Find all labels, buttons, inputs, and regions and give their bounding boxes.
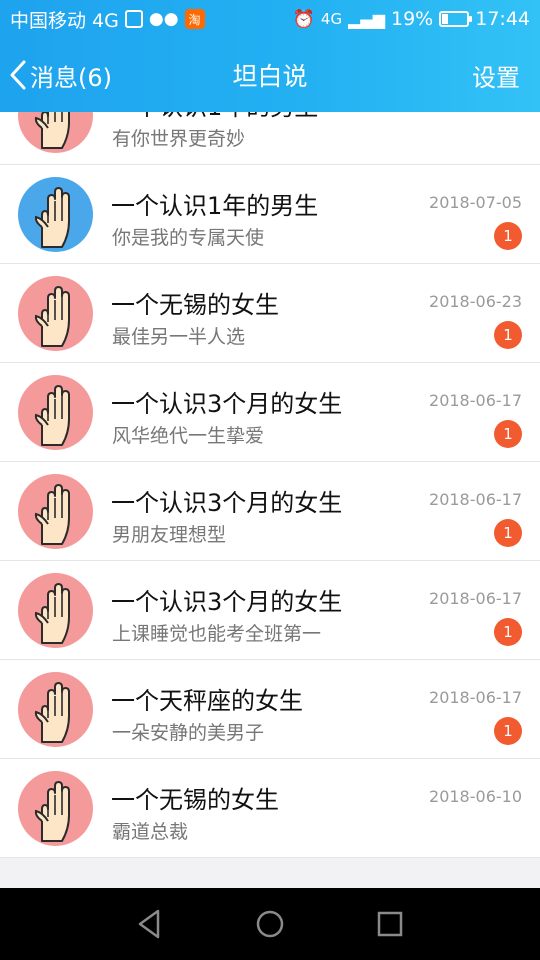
message-date: 2018-06-17 <box>429 391 522 410</box>
sender-name: 一个认识3个月的女生 <box>111 588 343 616</box>
avatar <box>18 177 93 252</box>
signal-icon: ▂▄▆ <box>348 9 385 29</box>
status-right: ⏰ 4G ▂▄▆ 19% 17:44 <box>292 8 530 30</box>
message-date: 2018-06-17 <box>429 589 522 608</box>
unread-badge: 1 <box>494 420 522 448</box>
status-bar: 中国移动 4G ●● 淘 ⏰ 4G ▂▄▆ 19% 17:44 <box>0 0 540 38</box>
avatar <box>18 672 93 747</box>
message-preview: 上课睡觉也能考全班第一 <box>112 623 322 645</box>
message-row[interactable]: 一个认识1年的男生有你世界更奇妙 <box>0 112 540 165</box>
sender-name: 一个认识3个月的女生 <box>111 390 343 418</box>
sender-name: 一个无锡的女生 <box>111 786 279 814</box>
avatar <box>18 375 93 450</box>
status-left: 中国移动 4G ●● 淘 <box>10 6 205 33</box>
unread-badge: 1 <box>494 519 522 547</box>
unread-badge: 1 <box>494 321 522 349</box>
message-date: 2018-06-17 <box>429 490 522 509</box>
title-bar: 消息(6) 坦白说 设置 <box>0 38 540 112</box>
hand-icon <box>18 771 93 846</box>
avatar <box>18 573 93 648</box>
battery-percent: 19% <box>391 8 434 30</box>
message-preview: 有你世界更奇妙 <box>112 128 246 150</box>
home-circle-icon[interactable] <box>252 906 288 942</box>
back-button[interactable]: 消息(6) <box>8 38 112 112</box>
sender-name: 一个认识1年的男生 <box>111 192 319 220</box>
back-label: 消息(6) <box>30 63 112 92</box>
avatar <box>18 276 93 351</box>
message-preview: 你是我的专属天使 <box>112 227 265 249</box>
message-list[interactable]: 一个认识1年的男生有你世界更奇妙一个认识1年的男生你是我的专属天使2018-07… <box>0 112 540 858</box>
time-text: 17:44 <box>475 8 530 30</box>
back-chevron-icon <box>10 60 26 90</box>
avatar <box>18 771 93 846</box>
sender-name: 一个认识1年的男生 <box>111 112 318 122</box>
message-row[interactable]: 一个无锡的女生霸道总裁 2018-06-10 <box>0 759 540 858</box>
page-title: 坦白说 <box>232 62 308 91</box>
hand-icon <box>18 672 93 747</box>
recents-square-icon[interactable] <box>372 906 408 942</box>
sender-name: 一个无锡的女生 <box>111 291 279 319</box>
message-date: 2018-07-05 <box>429 193 522 212</box>
list-bottom-spacer <box>0 858 540 888</box>
wechat-icon: ●● <box>148 9 179 29</box>
message-row[interactable]: 一个天秤座的女生一朵安静的美男子 2018-06-17 1 <box>0 660 540 759</box>
message-preview: 一朵安静的美男子 <box>112 722 265 744</box>
message-date: 2018-06-17 <box>429 688 522 707</box>
carrier-text: 中国移动 4G <box>10 9 119 32</box>
message-row[interactable]: 一个认识3个月的女生男朋友理想型 2018-06-17 1 <box>0 462 540 561</box>
message-preview: 最佳另一半人选 <box>112 326 246 348</box>
message-row[interactable]: 一个认识3个月的女生风华绝代一生挚爱 2018-06-17 1 <box>0 363 540 462</box>
hand-icon <box>18 177 93 252</box>
message-row[interactable]: 一个认识1年的男生你是我的专属天使 2018-07-05 1 <box>0 165 540 264</box>
message-row[interactable]: 一个认识3个月的女生上课睡觉也能考全班第一 2018-06-17 1 <box>0 561 540 660</box>
hand-icon <box>18 112 93 153</box>
hand-icon <box>18 375 93 450</box>
avatar <box>18 112 93 153</box>
message-date: 2018-06-23 <box>429 292 522 311</box>
taobao-icon: 淘 <box>184 9 205 29</box>
message-preview: 霸道总裁 <box>112 821 189 843</box>
top-bar: 中国移动 4G ●● 淘 ⏰ 4G ▂▄▆ 19% 17:44 消息(6) 坦白… <box>0 0 540 112</box>
sender-name: 一个天秤座的女生 <box>111 687 303 715</box>
hand-icon <box>18 276 93 351</box>
sender-name: 一个认识3个月的女生 <box>111 489 343 517</box>
back-triangle-icon[interactable] <box>132 906 168 942</box>
unread-badge: 1 <box>494 222 522 250</box>
unread-badge: 1 <box>494 717 522 745</box>
navigation-bar <box>0 888 540 960</box>
message-preview: 风华绝代一生挚爱 <box>112 425 265 447</box>
message-list-inner: 一个认识1年的男生有你世界更奇妙一个认识1年的男生你是我的专属天使2018-07… <box>0 112 540 858</box>
message-preview: 男朋友理想型 <box>112 524 227 546</box>
settings-button[interactable]: 设置 <box>472 38 520 112</box>
alarm-icon: ⏰ <box>292 8 315 30</box>
message-row[interactable]: 一个无锡的女生最佳另一半人选 2018-06-23 1 <box>0 264 540 363</box>
message-date: 2018-06-10 <box>429 787 522 806</box>
battery-icon <box>439 11 473 27</box>
hand-icon <box>18 474 93 549</box>
hand-icon <box>18 573 93 648</box>
avatar <box>18 474 93 549</box>
network-text: 4G <box>320 10 343 28</box>
unread-badge: 1 <box>494 618 522 646</box>
image-icon <box>124 10 143 28</box>
